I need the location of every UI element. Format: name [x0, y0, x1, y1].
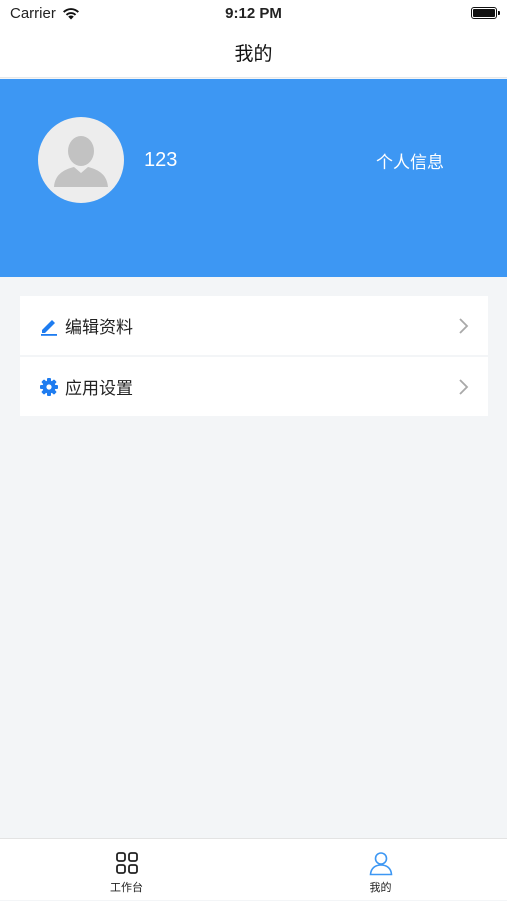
- default-avatar-icon: [54, 136, 108, 187]
- tab-mine[interactable]: 我的: [254, 839, 507, 901]
- menu-item-label: 应用设置: [65, 379, 133, 399]
- person-icon: [369, 852, 392, 876]
- tab-label: 我的: [369, 881, 392, 894]
- tab-workbench[interactable]: 工作台: [0, 839, 253, 901]
- status-bar: Carrier 9:12 PM: [0, 0, 507, 28]
- status-time: 9:12 PM: [225, 5, 282, 22]
- nav-bar: 我的: [0, 28, 507, 78]
- profile-info-link[interactable]: 个人信息: [376, 148, 444, 173]
- page-title: 我的: [234, 43, 273, 65]
- battery-icon: [471, 7, 500, 19]
- tab-bar: 工作台 我的: [0, 838, 507, 900]
- tab-label: 工作台: [110, 881, 143, 894]
- chevron-right-icon: [459, 317, 469, 334]
- chevron-right-icon: [459, 378, 469, 395]
- gear-icon: [39, 377, 59, 397]
- grid-icon: [115, 852, 138, 874]
- username: 123: [144, 149, 178, 171]
- menu-item-label: 编辑资料: [65, 318, 133, 338]
- avatar[interactable]: [38, 117, 124, 203]
- edit-pencil-icon: [39, 316, 59, 336]
- menu-item-app-settings[interactable]: 应用设置: [20, 357, 488, 416]
- menu-item-edit-profile[interactable]: 编辑资料: [20, 296, 488, 355]
- profile-header: 123 个人信息: [0, 79, 507, 277]
